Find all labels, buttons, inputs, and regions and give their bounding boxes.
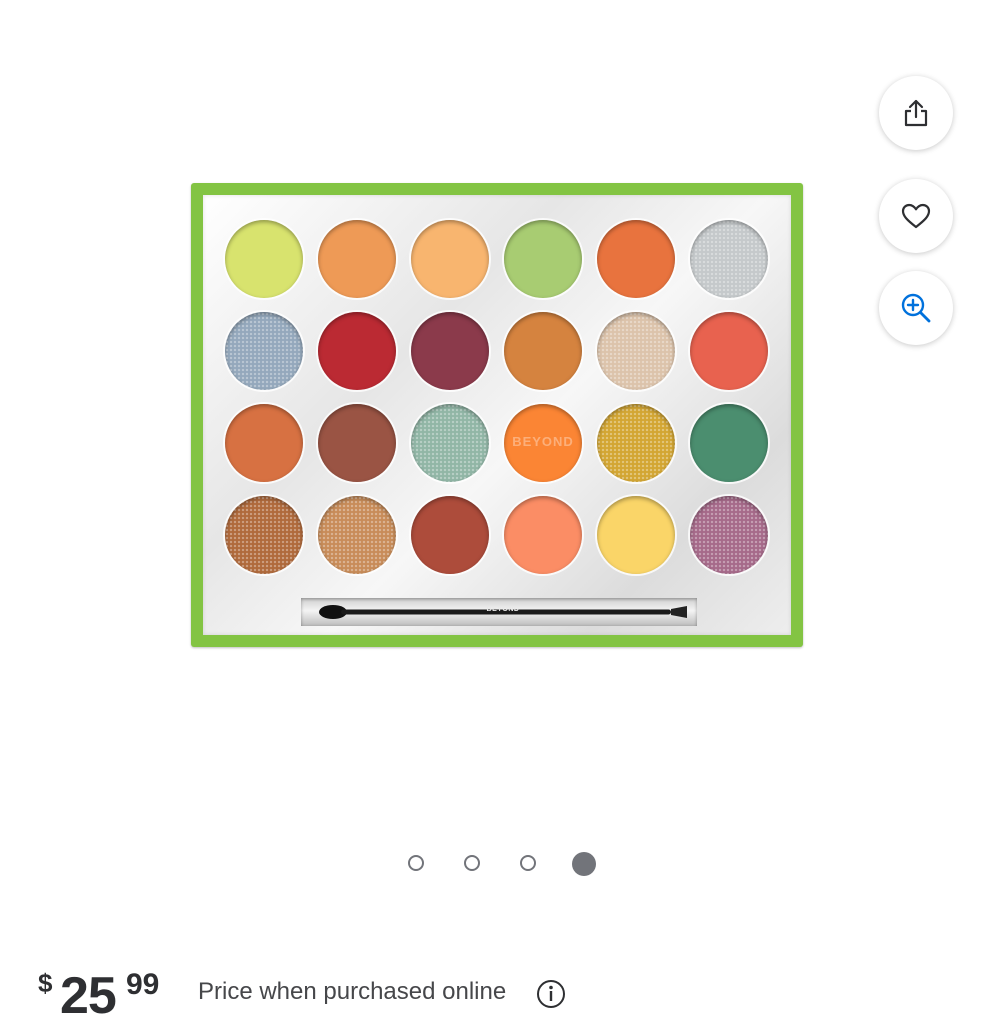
eyeshadow-pan (225, 220, 303, 298)
brush-brand-label: BEYOND (486, 606, 520, 613)
eyeshadow-pan (411, 496, 489, 574)
eyeshadow-pan (597, 496, 675, 574)
price-dollars: 25 (60, 967, 117, 1025)
eyeshadow-pan (318, 496, 396, 574)
eyeshadow-pan (225, 312, 303, 390)
carousel-dot[interactable] (520, 855, 536, 871)
carousel-dot[interactable] (464, 855, 480, 871)
eyeshadow-pan (504, 496, 582, 574)
eyeshadow-pan (411, 312, 489, 390)
price-currency: $ (38, 968, 53, 998)
eyeshadow-pan (318, 312, 396, 390)
eyeshadow-pan (690, 404, 768, 482)
share-icon (904, 99, 928, 127)
carousel-indicator (0, 852, 1000, 876)
share-button[interactable] (879, 76, 953, 150)
eyeshadow-pan (318, 404, 396, 482)
eyeshadow-pan (597, 220, 675, 298)
product-image[interactable]: BEYOND BEYOND (191, 183, 803, 647)
eyeshadow-pan (597, 312, 675, 390)
eyeshadow-pan (690, 312, 768, 390)
info-icon[interactable] (535, 978, 567, 1010)
eyeshadow-pan (597, 404, 675, 482)
pan-brand-label: BEYOND (512, 434, 574, 449)
eyeshadow-pan (690, 220, 768, 298)
brush-slot: BEYOND (301, 598, 697, 626)
zoom-in-icon (901, 293, 931, 323)
eyeshadow-pan (411, 404, 489, 482)
price-cents: 99 (126, 968, 160, 1001)
eyeshadow-pan (504, 312, 582, 390)
price-note: Price when purchased online (198, 978, 507, 1005)
eyeshadow-pan (225, 404, 303, 482)
favorite-button[interactable] (879, 179, 953, 253)
palette-tray: BEYOND BEYOND (203, 195, 791, 635)
carousel-dot[interactable] (408, 855, 424, 871)
eyeshadow-pan (318, 220, 396, 298)
carousel-dot[interactable] (572, 852, 596, 876)
eyeshadow-pan (411, 220, 489, 298)
zoom-button[interactable] (879, 271, 953, 345)
heart-icon (901, 203, 931, 229)
eyeshadow-pan: BEYOND (504, 404, 582, 482)
eyeshadow-pan (225, 496, 303, 574)
eyeshadow-pan (504, 220, 582, 298)
eyeshadow-pan (690, 496, 768, 574)
